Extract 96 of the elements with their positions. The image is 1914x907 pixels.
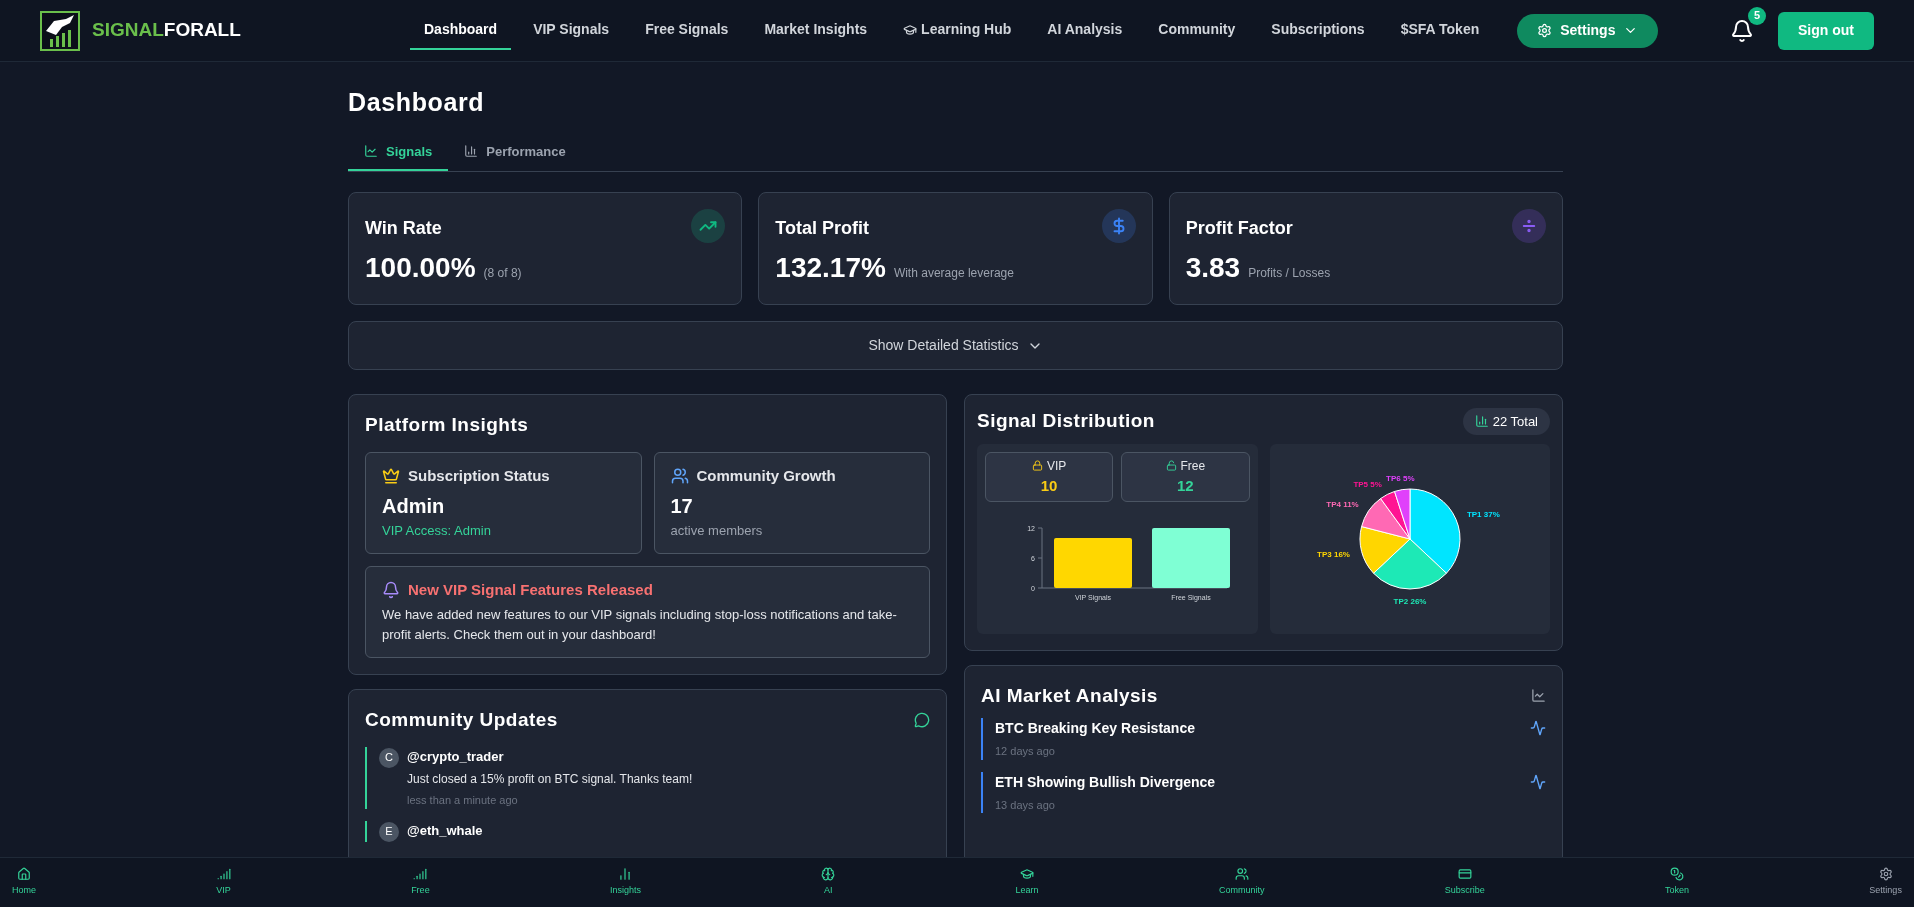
announcement-title: New VIP Signal Features Released [408,579,653,600]
page-title: Dashboard [348,87,486,118]
slice-label: TP3 16% [1316,549,1350,559]
nav-link[interactable]: $SFA Token [1386,11,1494,50]
logo-icon [40,10,80,51]
line-chart-icon [364,144,378,159]
post-author: @crypto_trader [407,747,505,766]
member-count: 17 [670,494,694,519]
bell-icon [382,580,400,599]
users-icon [670,466,689,485]
stat-note: With average leverage [893,265,1014,282]
member-note: active members [670,522,764,540]
nav-link[interactable]: Dashboard [410,11,512,50]
bottom-nav-item[interactable]: Free [411,867,430,898]
tab[interactable]: Performance [448,141,582,171]
analysis-title: BTC Breaking Key Resistance [995,719,1195,738]
slice-label: TP2 26% [1393,596,1427,606]
stat-value: 3.83 [1185,251,1241,285]
slice-label: TP5 5% [1353,479,1382,489]
settings-button[interactable]: Settings [1517,13,1659,48]
analysis-item[interactable]: ETH Showing Bullish Divergence 13 days ago [981,771,1546,813]
detailed-statistics-toggle[interactable]: Show Detailed Statistics [348,321,1563,370]
stat-note: (8 of 8) [483,265,522,282]
brain-icon [821,867,836,882]
line-chart-icon [1531,688,1546,704]
home-icon [17,867,31,882]
stat-value: 100.00% [365,251,476,285]
gear-icon [1537,23,1553,38]
nav-link[interactable]: Free Signals [631,11,743,50]
subscription-value: Admin [382,494,446,519]
nav-link[interactable]: AI Analysis [1033,11,1137,50]
announcement-text: We have added new features to our VIP signals including stop-loss notifications and take-profit alerts. Check them out in your dashboard! [382,606,898,644]
card-title: Platform Insights [365,413,530,437]
subscription-title: Subscription Status [408,465,550,486]
stat-title: Profit Factor [1185,217,1293,240]
analysis-title: ETH Showing Bullish Divergence [995,772,1216,792]
slice-label: TP4 11% [1326,499,1359,509]
nav-link[interactable]: Learning Hub [889,11,1026,50]
analysis-time: 13 days ago [995,797,1056,813]
crown-icon [382,466,400,485]
slice-label: TP6 5% [1385,473,1415,483]
signal-icon [413,867,428,882]
stat-value: 132.17% [775,251,886,285]
avatar: E [379,821,399,842]
nav-link[interactable]: Market Insights [750,11,882,50]
free-label: Free [1165,456,1206,475]
tab[interactable]: Signals [348,141,449,171]
bar-chart-icon [618,867,633,882]
post-author: @eth_whale [407,821,483,840]
subscription-note: VIP Access: Admin [382,522,492,540]
nav-link[interactable]: Subscriptions [1257,11,1379,50]
avatar: C [379,747,399,768]
bar-chart-icon [1474,414,1489,429]
community-growth-title: Community Growth [696,465,836,486]
post-time: less than a minute ago [407,793,519,808]
bar-chart-icon [464,144,479,159]
bell-icon[interactable] [1730,18,1754,43]
total-badge: 22 Total [1462,407,1550,435]
bottom-nav-item[interactable]: Subscribe [1444,867,1485,898]
stat-title: Win Rate [365,217,442,240]
slice-label: TP1 37% [1466,509,1500,519]
graduation-cap-icon [903,22,918,37]
stat-title: Total Profit [775,217,869,240]
notification-badge: 5 [1748,6,1766,25]
bottom-nav-item[interactable]: Home [12,867,36,898]
coins-icon [1670,867,1685,882]
unlock-icon [1165,460,1177,471]
vip-count: 10 [1040,475,1058,496]
lock-icon [1031,460,1043,471]
settings-icon [1878,867,1893,882]
bottom-nav-item[interactable]: Settings [1869,867,1902,898]
bottom-nav-item[interactable]: Community [1218,867,1265,898]
vip-label: VIP [1031,456,1067,475]
nav-link[interactable]: VIP Signals [519,11,624,50]
signal-icon [216,867,231,882]
nav-link[interactable]: Community [1144,11,1250,50]
chat-icon [914,712,930,729]
post-text: Just closed a 15% profit on BTC signal. Thanks team! [407,771,693,788]
card-title: Signal Distribution [977,409,1155,433]
brand-name: SIGNALFORALL [92,18,241,43]
users-icon [1234,867,1249,882]
analysis-time: 12 days ago [995,744,1056,759]
card-title: Community Updates [365,708,558,732]
analysis-item[interactable]: BTC Breaking Key Resistance 12 days ago [981,718,1546,760]
bottom-nav-item[interactable]: AI [821,867,836,898]
bottom-nav-item[interactable]: Insights [609,867,641,898]
stat-note: Profits / Losses [1248,265,1331,282]
bottom-nav-item[interactable]: Learn [1015,867,1039,898]
graduation-cap-icon [1020,867,1035,882]
card-icon [1457,867,1472,882]
pulse-icon [1530,720,1546,736]
pulse-icon [1530,773,1546,790]
card-title: AI Market Analysis [981,683,1158,708]
bottom-nav-item[interactable]: VIP [216,867,231,898]
free-count: 12 [1177,475,1194,496]
bottom-nav-item[interactable]: Token [1665,867,1690,898]
